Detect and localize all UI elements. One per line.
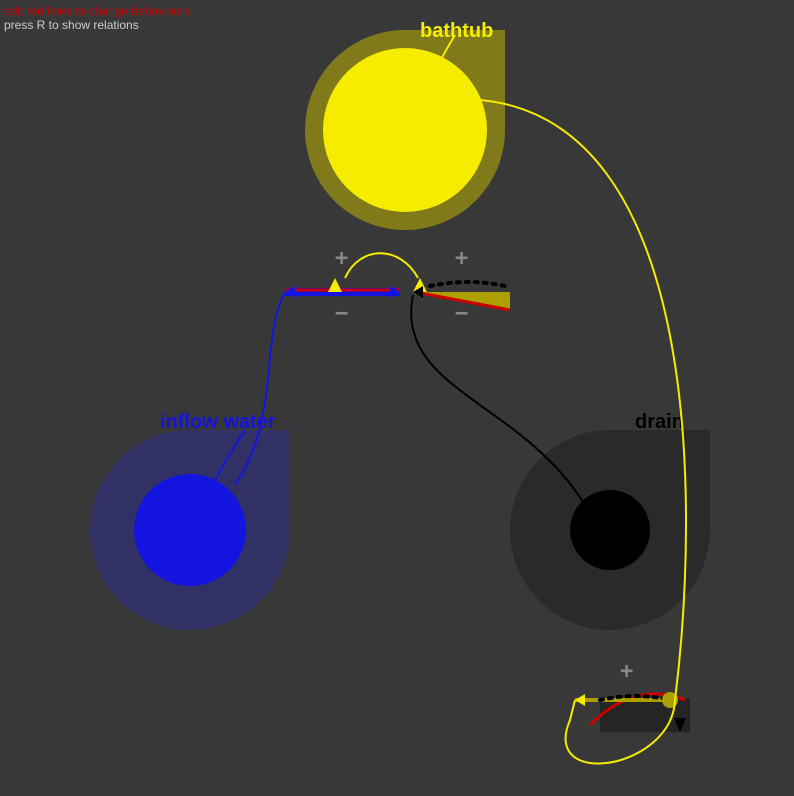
inflow-label: inflow water [160, 411, 276, 433]
hint-relations: press R to show relations [4, 18, 190, 32]
minus-icon: − [455, 301, 468, 326]
inflow-node[interactable] [134, 474, 246, 586]
link-widgets[interactable] [345, 253, 418, 278]
plus-icon: + [620, 659, 633, 684]
plus-icon: + [455, 246, 468, 271]
diagram-canvas[interactable]: bathtub inflow water drain + − + − + [0, 0, 794, 796]
hint-edit: edit red lines to change behaviours [4, 4, 190, 18]
bathtub-node[interactable] [323, 48, 487, 212]
minus-icon: − [335, 301, 348, 326]
bathtub-label: bathtub [420, 20, 493, 42]
drain-label: drain [635, 411, 684, 433]
plus-icon: + [335, 246, 348, 271]
q-plot-right[interactable]: + − [413, 246, 510, 326]
q-plot-left[interactable]: + − [285, 246, 400, 326]
q-plot-bottom[interactable]: + [575, 659, 690, 732]
hints: edit red lines to change behaviours pres… [4, 4, 190, 32]
